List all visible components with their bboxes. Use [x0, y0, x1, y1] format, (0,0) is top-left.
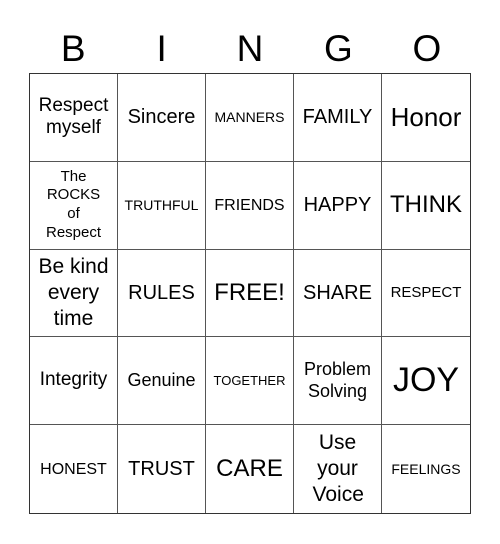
bingo-cell[interactable]: HONEST — [30, 425, 118, 513]
bingo-cell[interactable]: TOGETHER — [206, 337, 294, 426]
bingo-cell[interactable]: Respect myself — [30, 74, 118, 162]
header-letter-b: B — [60, 28, 86, 69]
cell-text: HONEST — [40, 460, 107, 478]
cell-text: Problem Solving — [303, 359, 372, 401]
cell-text: FAMILY — [302, 106, 373, 129]
bingo-cell[interactable]: CARE — [206, 425, 294, 513]
bingo-cell[interactable]: SHARE — [294, 249, 382, 338]
bingo-cell[interactable]: RULES — [118, 249, 206, 338]
header-letter-o: O — [412, 28, 442, 69]
bingo-cell[interactable]: The ROCKS of Respect — [30, 161, 118, 250]
cell-text: Honor — [390, 101, 462, 132]
bingo-cell[interactable]: Problem Solving — [294, 337, 382, 426]
bingo-cell[interactable]: TRUTHFUL — [118, 161, 206, 250]
cell-text: Use your Voice — [312, 430, 364, 507]
bingo-cell[interactable]: Honor — [382, 74, 470, 162]
cell-text: FEELINGS — [391, 460, 461, 477]
bingo-cell[interactable]: Be kind every time — [30, 249, 118, 338]
bingo-cell[interactable]: RESPECT — [382, 250, 470, 338]
cell-text: Integrity — [39, 369, 108, 391]
bingo-header: B I N G O — [29, 26, 471, 72]
cell-text: TRUST — [128, 458, 195, 481]
bingo-cell[interactable]: FREE! — [206, 249, 294, 338]
bingo-cell[interactable]: THINK — [382, 162, 470, 250]
cell-text: FREE! — [214, 278, 285, 306]
bingo-cell[interactable]: Use your Voice — [294, 425, 382, 513]
cell-text: Genuine — [127, 369, 196, 390]
bingo-cell[interactable]: FAMILY — [294, 74, 382, 162]
cell-text: THINK — [390, 190, 462, 218]
bingo-cell[interactable]: FRIENDS — [206, 161, 294, 250]
cell-text: SHARE — [303, 281, 372, 304]
cell-text: RESPECT — [390, 283, 462, 301]
cell-text: Respect myself — [38, 94, 109, 139]
bingo-cell[interactable]: TRUST — [118, 425, 206, 513]
cell-text: CARE — [216, 454, 283, 482]
header-letter-g: G — [324, 28, 353, 69]
bingo-cell[interactable]: Genuine — [118, 337, 206, 426]
cell-text: MANNERS — [214, 109, 285, 125]
cell-text: The ROCKS of Respect — [45, 167, 102, 241]
cell-text: JOY — [392, 361, 460, 400]
header-letter-n: N — [236, 28, 264, 69]
cell-text: Be kind every time — [38, 254, 109, 331]
bingo-cell[interactable]: Integrity — [30, 337, 118, 426]
bingo-cell[interactable]: MANNERS — [206, 74, 294, 162]
cell-text: TRUTHFUL — [124, 196, 199, 213]
bingo-cell[interactable]: Sincere — [118, 74, 206, 162]
header-letter-i: I — [156, 28, 167, 69]
bingo-grid: Respect myself Sincere MANNERS FAMILY Ho… — [29, 73, 471, 514]
cell-text: RULES — [128, 281, 195, 304]
bingo-cell[interactable]: JOY — [382, 337, 470, 426]
cell-text: HAPPY — [303, 194, 372, 217]
cell-text: Sincere — [127, 106, 196, 129]
bingo-cell[interactable]: FEELINGS — [382, 425, 470, 513]
cell-text: TOGETHER — [213, 372, 286, 388]
cell-text: FRIENDS — [214, 196, 285, 214]
bingo-cell[interactable]: HAPPY — [294, 161, 382, 250]
